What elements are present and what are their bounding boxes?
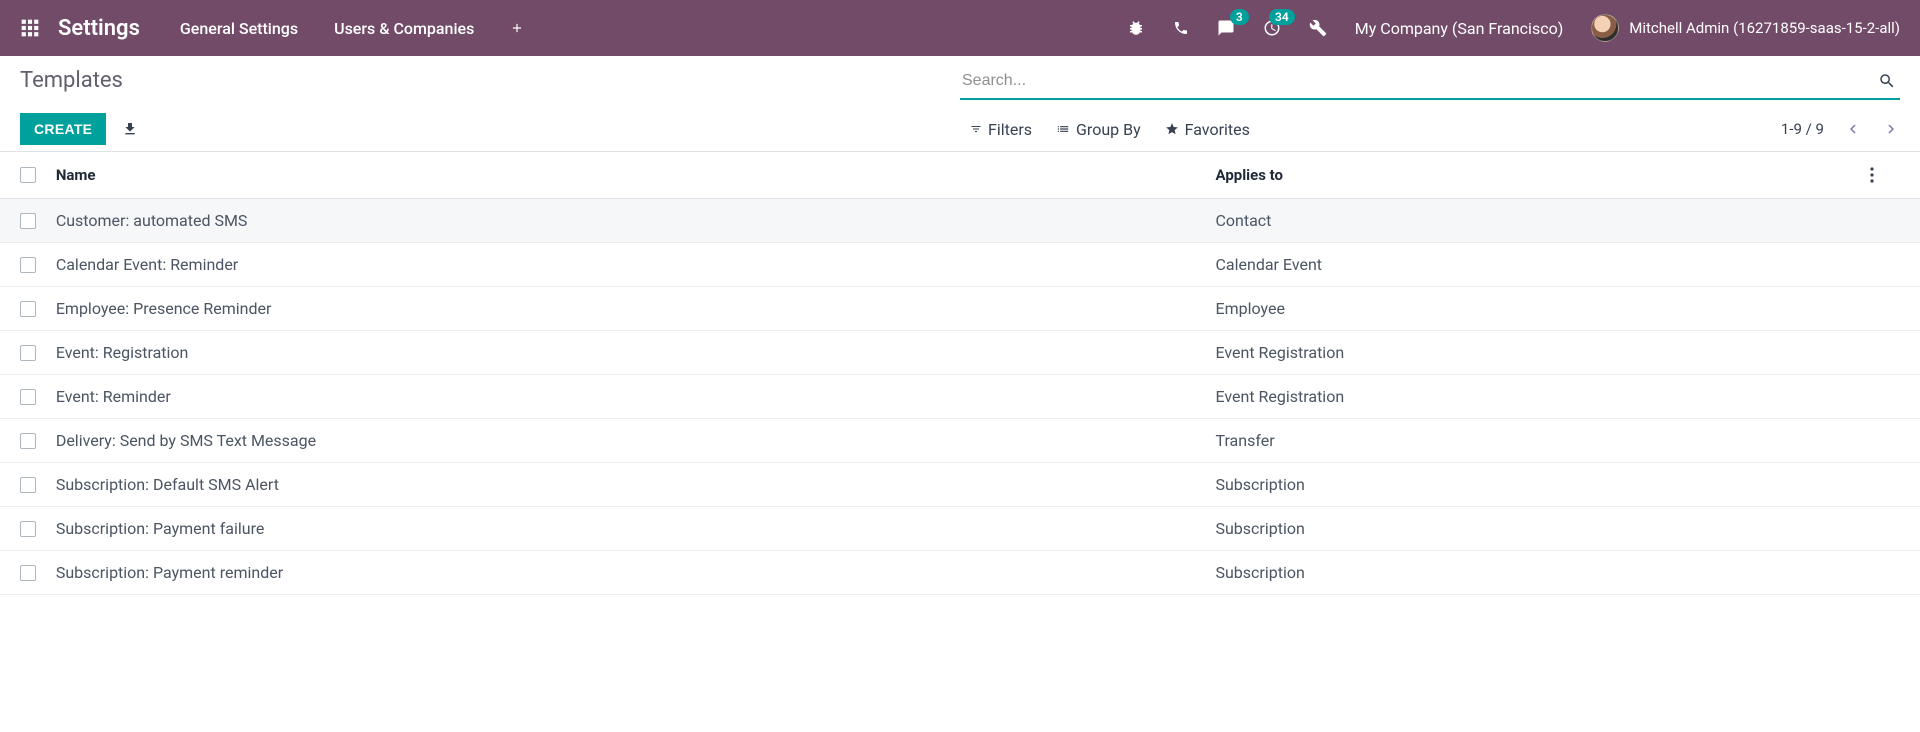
filters-menu[interactable]: Filters [970, 120, 1032, 139]
optional-columns-button[interactable] [1870, 167, 1900, 183]
list-header: Name Applies to [0, 152, 1920, 199]
cell-name: Event: Registration [56, 343, 1216, 362]
pager-value[interactable]: 1-9 / 9 [1781, 120, 1824, 138]
cell-applies: Transfer [1215, 431, 1870, 450]
app-name[interactable]: Settings [58, 16, 140, 41]
row-checkbox[interactable] [20, 257, 36, 273]
table-row[interactable]: Subscription: Default SMS AlertSubscript… [0, 463, 1920, 507]
import-button[interactable] [122, 121, 138, 137]
table-row[interactable]: Employee: Presence ReminderEmployee [0, 287, 1920, 331]
search-button[interactable] [1874, 68, 1900, 94]
pager-prev[interactable] [1844, 120, 1862, 138]
star-icon [1165, 122, 1179, 136]
cell-name: Subscription: Payment reminder [56, 563, 1216, 582]
column-header-name[interactable]: Name [56, 166, 1216, 184]
list-icon [1056, 122, 1070, 136]
cell-applies: Subscription [1215, 563, 1870, 582]
row-checkbox[interactable] [20, 433, 36, 449]
navbar-right: 3 34 My Company (San Francisco) Mitchell… [1127, 14, 1900, 42]
navbar: Settings General Settings Users & Compan… [0, 0, 1920, 56]
row-checkbox[interactable] [20, 389, 36, 405]
cell-name: Customer: automated SMS [56, 211, 1216, 230]
activities-icon[interactable]: 34 [1263, 19, 1281, 37]
row-checkbox[interactable] [20, 565, 36, 581]
row-checkbox[interactable] [20, 301, 36, 317]
menu-new-icon[interactable] [510, 21, 524, 35]
filters-label: Filters [988, 120, 1032, 139]
activities-badge: 34 [1269, 9, 1295, 25]
table-row[interactable]: Customer: automated SMSContact [0, 199, 1920, 243]
cell-name: Subscription: Payment failure [56, 519, 1216, 538]
tools-icon[interactable] [1309, 19, 1327, 37]
control-panel: Templates CREATE Filters [0, 56, 1920, 152]
table-row[interactable]: Subscription: Payment failureSubscriptio… [0, 507, 1920, 551]
column-header-applies[interactable]: Applies to [1215, 166, 1870, 184]
menu-users-companies[interactable]: Users & Companies [334, 19, 474, 38]
cell-applies: Employee [1215, 299, 1870, 318]
kebab-icon [1870, 167, 1874, 183]
avatar [1591, 14, 1619, 42]
groupby-label: Group By [1076, 120, 1141, 139]
cell-applies: Subscription [1215, 475, 1870, 494]
debug-icon[interactable] [1127, 19, 1145, 37]
cell-name: Subscription: Default SMS Alert [56, 475, 1216, 494]
table-row[interactable]: Calendar Event: ReminderCalendar Event [0, 243, 1920, 287]
favorites-label: Favorites [1185, 120, 1250, 139]
pager-next[interactable] [1882, 120, 1900, 138]
search-bar [960, 68, 1900, 100]
row-checkbox[interactable] [20, 345, 36, 361]
favorites-menu[interactable]: Favorites [1165, 120, 1250, 139]
cell-applies: Subscription [1215, 519, 1870, 538]
groupby-menu[interactable]: Group By [1056, 120, 1141, 139]
list-view: Name Applies to Customer: automated SMSC… [0, 152, 1920, 595]
company-switcher[interactable]: My Company (San Francisco) [1355, 19, 1564, 38]
search-input[interactable] [960, 68, 1874, 94]
row-checkbox[interactable] [20, 477, 36, 493]
table-row[interactable]: Event: ReminderEvent Registration [0, 375, 1920, 419]
page-title: Templates [20, 68, 960, 93]
user-menu[interactable]: Mitchell Admin (16271859-saas-15-2-all) [1591, 14, 1900, 42]
select-all-checkbox[interactable] [20, 167, 36, 183]
messages-icon[interactable]: 3 [1217, 19, 1235, 37]
cell-applies: Contact [1215, 211, 1870, 230]
row-checkbox[interactable] [20, 213, 36, 229]
chevron-left-icon [1844, 120, 1862, 138]
menu-general-settings[interactable]: General Settings [180, 19, 298, 38]
table-row[interactable]: Event: RegistrationEvent Registration [0, 331, 1920, 375]
filter-icon [970, 123, 982, 135]
chevron-right-icon [1882, 120, 1900, 138]
cell-applies: Event Registration [1215, 343, 1870, 362]
apps-icon[interactable] [20, 18, 40, 38]
phone-icon[interactable] [1173, 20, 1189, 36]
create-button[interactable]: CREATE [20, 113, 106, 145]
cell-applies: Event Registration [1215, 387, 1870, 406]
cell-name: Delivery: Send by SMS Text Message [56, 431, 1216, 450]
user-name: Mitchell Admin (16271859-saas-15-2-all) [1629, 19, 1900, 37]
table-row[interactable]: Subscription: Payment reminderSubscripti… [0, 551, 1920, 595]
table-row[interactable]: Delivery: Send by SMS Text MessageTransf… [0, 419, 1920, 463]
cell-applies: Calendar Event [1215, 255, 1870, 274]
cell-name: Employee: Presence Reminder [56, 299, 1216, 318]
cell-name: Event: Reminder [56, 387, 1216, 406]
cell-name: Calendar Event: Reminder [56, 255, 1216, 274]
messages-badge: 3 [1230, 9, 1249, 25]
row-checkbox[interactable] [20, 521, 36, 537]
